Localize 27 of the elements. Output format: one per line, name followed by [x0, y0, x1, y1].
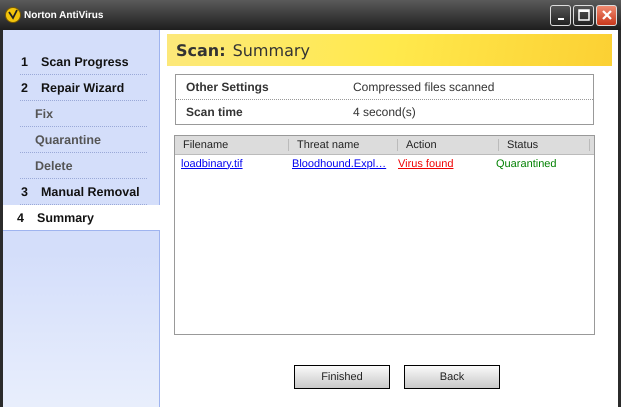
- header-subtitle: Summary: [232, 40, 310, 60]
- minimize-icon: [558, 18, 564, 20]
- maximize-icon: [578, 9, 590, 21]
- app-logo-icon: [5, 7, 21, 23]
- column-header[interactable]: Filename: [175, 139, 289, 151]
- column-header[interactable]: Threat name: [289, 139, 398, 151]
- table-link[interactable]: loadbinary.tif: [181, 158, 243, 170]
- sidebar-item[interactable]: 2 Repair Wizard: [20, 75, 147, 101]
- setting-value: Compressed files scanned: [353, 80, 494, 94]
- window-title: Norton AntiVirus: [24, 10, 104, 20]
- close-button[interactable]: [596, 4, 617, 26]
- sidebar-item[interactable]: 1 Scan Progress: [20, 49, 147, 75]
- close-icon: [600, 9, 612, 21]
- table-link[interactable]: Bloodhound.Expl…: [292, 158, 386, 170]
- sidebar-item[interactable]: 4 Summary: [3, 205, 160, 231]
- setting-label: Scan time: [186, 105, 244, 119]
- setting-label: Other Settings: [186, 80, 270, 94]
- table-link[interactable]: Virus found: [398, 158, 454, 170]
- column-header[interactable]: Action: [398, 139, 499, 151]
- dialog-button[interactable]: Back: [404, 365, 500, 389]
- header-title: Scan:: [176, 40, 226, 60]
- minimize-button[interactable]: [550, 4, 571, 26]
- setting-value: 4 second(s): [353, 105, 416, 119]
- maximize-button[interactable]: [573, 4, 594, 26]
- table-cell: Quarantined: [496, 158, 557, 170]
- dialog-button[interactable]: Finished: [294, 365, 390, 389]
- column-header[interactable]: Status: [499, 139, 590, 151]
